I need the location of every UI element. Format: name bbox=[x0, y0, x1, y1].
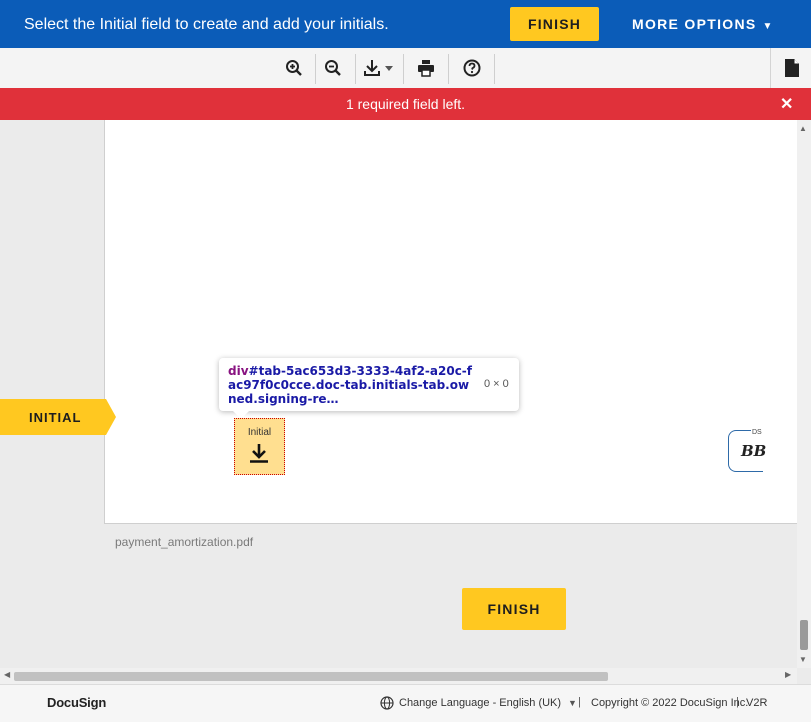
alert-text: 1 required field left. bbox=[345, 96, 466, 112]
globe-icon bbox=[380, 696, 394, 710]
scroll-right-icon[interactable]: ▶ bbox=[785, 670, 791, 679]
help-icon[interactable] bbox=[460, 56, 484, 80]
initial-tab[interactable]: Initial bbox=[234, 418, 285, 475]
caret-down-icon: ▼ bbox=[762, 21, 774, 32]
tooltip-dimensions: 0 × 0 bbox=[484, 378, 509, 390]
vertical-scrollbar[interactable]: ▲ ▼ bbox=[797, 120, 811, 668]
footer: DocuSign Change Language - English (UK) … bbox=[0, 684, 811, 722]
close-icon[interactable]: ✕ bbox=[780, 94, 793, 114]
tooltip-tag: div bbox=[228, 364, 249, 378]
copyright-text: Copyright © 2022 DocuSign Inc. bbox=[591, 697, 749, 709]
footer-divider: | bbox=[578, 696, 581, 708]
version-text: V2R bbox=[746, 697, 768, 709]
document-filename: payment_amortization.pdf bbox=[115, 535, 254, 549]
document-page bbox=[104, 120, 797, 524]
toolbar-divider bbox=[448, 54, 449, 84]
toolbar-divider bbox=[494, 54, 495, 84]
language-label: Change Language - English (UK) bbox=[399, 697, 562, 709]
horizontal-scrollbar[interactable]: ◀ ▶ bbox=[0, 668, 797, 684]
horizontal-scroll-thumb[interactable] bbox=[14, 672, 608, 681]
tooltip-selector: div#tab-5ac653d3-3333-4af2-a20c-fac97f0c… bbox=[228, 364, 476, 406]
ds-label: DS bbox=[751, 429, 763, 436]
flag-tip bbox=[106, 399, 116, 435]
more-options-menu[interactable]: MORE OPTIONS ▼ bbox=[632, 16, 774, 32]
initial-field-flag[interactable]: INITIAL bbox=[0, 399, 116, 435]
finish-button-bottom[interactable]: FINISH bbox=[462, 588, 566, 630]
vertical-scroll-thumb[interactable] bbox=[800, 620, 808, 650]
zoom-in-icon[interactable] bbox=[282, 56, 306, 80]
scroll-left-icon[interactable]: ◀ bbox=[4, 670, 10, 679]
docusign-initials-stamp: DS BB bbox=[728, 429, 767, 472]
print-icon[interactable] bbox=[414, 56, 438, 80]
required-field-alert: 1 required field left. ✕ bbox=[0, 88, 811, 120]
toolbar bbox=[0, 48, 811, 89]
change-language-menu[interactable]: Change Language - English (UK) ▼ bbox=[380, 696, 577, 710]
instruction-message: Select the Initial field to create and a… bbox=[24, 16, 389, 33]
tooltip-selector-text: #tab-5ac653d3-3333-4af2-a20c-fac97f0c0cc… bbox=[228, 364, 473, 406]
footer-divider: | bbox=[736, 696, 739, 708]
download-arrow-icon bbox=[249, 443, 269, 468]
more-options-label: MORE OPTIONS bbox=[632, 16, 757, 32]
inspector-tooltip: div#tab-5ac653d3-3333-4af2-a20c-fac97f0c… bbox=[219, 358, 519, 419]
zoom-out-icon[interactable] bbox=[321, 56, 345, 80]
download-icon[interactable] bbox=[362, 56, 396, 80]
toolbar-divider bbox=[315, 54, 316, 84]
ds-initials: BB bbox=[741, 442, 767, 460]
initial-flag-label: INITIAL bbox=[29, 410, 82, 425]
scroll-up-icon[interactable]: ▲ bbox=[799, 124, 807, 133]
document-icon[interactable] bbox=[770, 48, 811, 88]
scroll-down-icon[interactable]: ▼ bbox=[799, 655, 807, 664]
toolbar-divider bbox=[403, 54, 404, 84]
finish-button[interactable]: FINISH bbox=[510, 7, 599, 41]
initial-tab-label: Initial bbox=[247, 427, 272, 438]
top-bar: Select the Initial field to create and a… bbox=[0, 0, 811, 48]
docusign-logo: DocuSign bbox=[47, 695, 107, 710]
toolbar-divider bbox=[355, 54, 356, 84]
caret-down-icon: ▼ bbox=[568, 698, 577, 708]
